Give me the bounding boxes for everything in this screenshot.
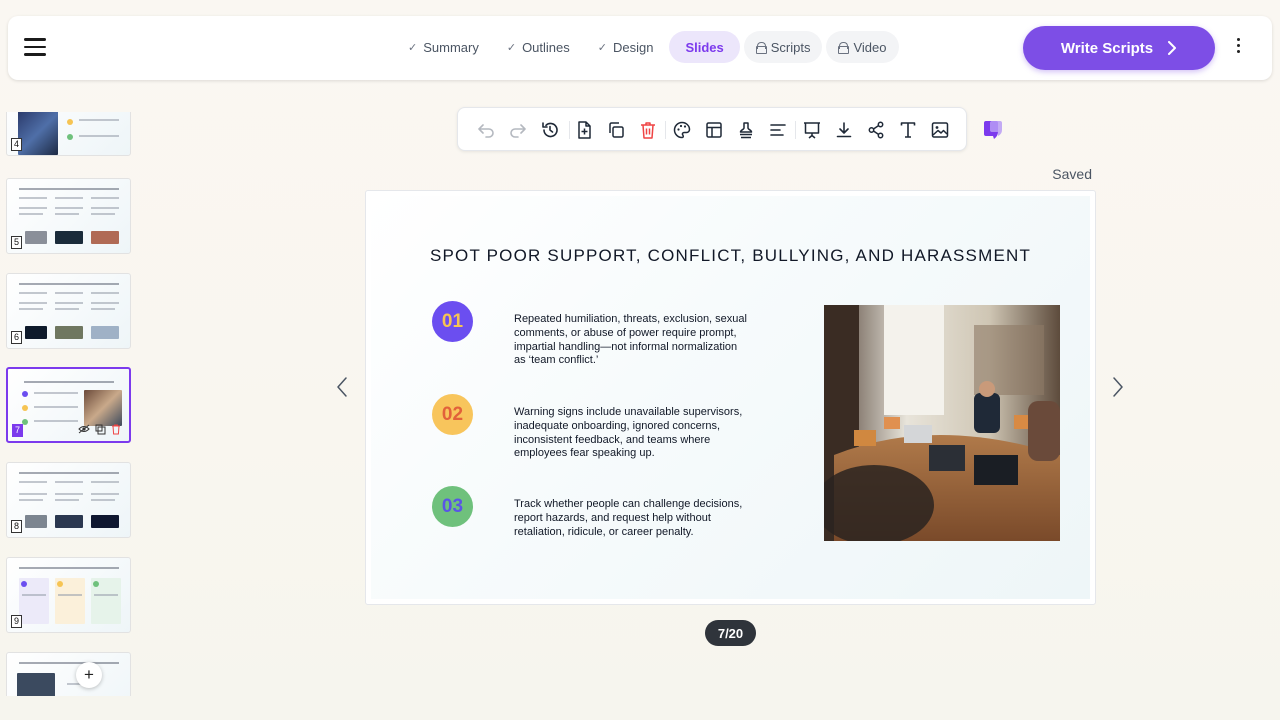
delete-slide-icon[interactable]	[111, 424, 121, 435]
next-slide-icon[interactable]	[1111, 376, 1125, 398]
page-indicator: 7/20	[705, 620, 756, 646]
point-text[interactable]: Repeated humiliation, threats, exclusion…	[514, 313, 749, 368]
theme-palette-icon[interactable]	[670, 118, 694, 142]
text-icon[interactable]	[896, 118, 920, 142]
workflow-steps: ✓ Summary ✓ Outlines ✓ Design Slides Scr…	[396, 31, 899, 63]
duplicate-slide-icon[interactable]	[95, 424, 106, 435]
step-slides[interactable]: Slides	[669, 31, 740, 63]
point-text[interactable]: Warning signs include unavailable superv…	[514, 406, 749, 461]
download-icon[interactable]	[832, 118, 856, 142]
align-icon[interactable]	[766, 118, 790, 142]
lock-icon	[838, 42, 850, 54]
slide-number: 9	[11, 615, 22, 628]
point-badge: 01	[432, 301, 473, 342]
image-icon[interactable]	[928, 118, 952, 142]
plus-icon: +	[84, 665, 94, 684]
step-video[interactable]: Video	[826, 31, 899, 63]
slide-thumbnail[interactable]: 9	[6, 557, 131, 633]
step-label: Video	[853, 39, 887, 55]
step-label: Outlines	[522, 39, 570, 55]
check-icon: ✓	[506, 41, 517, 54]
write-scripts-label: Write Scripts	[1060, 39, 1154, 57]
point-badge: 02	[432, 394, 473, 435]
hamburger-menu-icon[interactable]	[24, 38, 46, 56]
slide-number: 7	[12, 424, 23, 437]
step-outlines[interactable]: ✓ Outlines	[495, 31, 582, 63]
slide: SPOT POOR SUPPORT, CONFLICT, BULLYING, A…	[371, 196, 1090, 599]
point-badge: 03	[432, 486, 473, 527]
slide-thumbnail[interactable]: 8	[6, 462, 131, 538]
slide-thumbnail[interactable]: 6	[6, 273, 131, 349]
step-label: Design	[612, 39, 654, 55]
delete-icon[interactable]	[636, 118, 660, 142]
kebab-menu-icon[interactable]	[1234, 38, 1242, 58]
step-label: Scripts	[770, 39, 811, 55]
slide-number: 5	[11, 236, 22, 249]
previous-slide-icon[interactable]	[335, 376, 349, 398]
lock-icon	[755, 42, 767, 54]
new-slide-icon[interactable]	[572, 118, 596, 142]
share-icon[interactable]	[864, 118, 888, 142]
save-status: Saved	[1052, 166, 1092, 182]
slide-number: 8	[11, 520, 22, 533]
brand-logo-icon[interactable]	[982, 119, 1004, 141]
step-scripts[interactable]: Scripts	[743, 31, 823, 63]
hide-slide-icon[interactable]	[78, 424, 90, 434]
add-slide-button[interactable]: +	[76, 662, 102, 688]
slide-thumbnail-list[interactable]: 4 5 6 7 8 9 +	[0, 112, 140, 696]
stamp-icon[interactable]	[734, 118, 758, 142]
step-label: Summary	[423, 39, 479, 55]
history-icon[interactable]	[538, 118, 562, 142]
check-icon: ✓	[597, 41, 607, 54]
redo-icon[interactable]	[506, 118, 530, 142]
slide-thumbnail-selected[interactable]: 7	[6, 367, 131, 443]
thumbnail-actions	[78, 424, 121, 435]
present-icon[interactable]	[800, 118, 824, 142]
slide-thumbnail[interactable]: 5	[6, 178, 131, 254]
step-label: Slides	[685, 39, 724, 55]
step-design[interactable]: ✓ Design	[586, 31, 666, 63]
slide-thumbnail[interactable]: 4	[6, 112, 131, 156]
editor-toolbar	[457, 107, 967, 151]
slide-canvas[interactable]: SPOT POOR SUPPORT, CONFLICT, BULLYING, A…	[365, 190, 1096, 605]
step-summary[interactable]: ✓ Summary	[396, 31, 491, 63]
undo-icon[interactable]	[474, 118, 498, 142]
duplicate-icon[interactable]	[604, 118, 628, 142]
chevron-right-icon	[1168, 41, 1177, 55]
slide-thumbnail[interactable]	[6, 652, 131, 696]
check-icon: ✓	[408, 41, 418, 54]
slide-number: 6	[11, 331, 22, 344]
write-scripts-button[interactable]: Write Scripts	[1023, 26, 1215, 70]
point-text[interactable]: Track whether people can challenge decis…	[514, 498, 749, 539]
meeting-room-photo[interactable]	[824, 305, 1060, 541]
layout-icon[interactable]	[702, 118, 726, 142]
slide-number: 4	[11, 138, 22, 151]
slide-title[interactable]: SPOT POOR SUPPORT, CONFLICT, BULLYING, A…	[371, 246, 1090, 266]
top-bar: ✓ Summary ✓ Outlines ✓ Design Slides Scr…	[8, 16, 1272, 80]
